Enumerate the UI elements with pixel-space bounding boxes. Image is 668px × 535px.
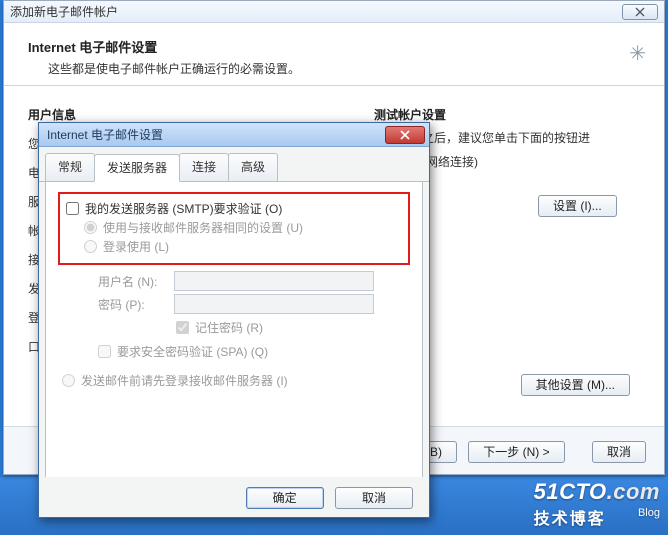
tab-panel-outgoing: 我的发送服务器 (SMTP)要求验证 (O) 使用与接收邮件服务器相同的设置 (…: [45, 182, 423, 482]
watermark-sub: 技术博客: [534, 511, 606, 528]
inner-footer: 确定 取消: [39, 477, 429, 517]
outer-header-subtitle: 这些都是使电子邮件帐户正确运行的必需设置。: [48, 60, 640, 77]
watermark-ext: .com: [607, 479, 660, 504]
smtp-auth-checkbox[interactable]: [66, 202, 79, 215]
watermark-brand: 51CTO: [534, 479, 607, 504]
inner-cancel-button[interactable]: 取消: [335, 487, 413, 509]
internet-email-settings-dialog: Internet 电子邮件设置 常规 发送服务器 连接 高级 我的发送服务器 (…: [38, 122, 430, 518]
watermark-blog: Blog: [638, 507, 660, 519]
annotation-highlight: 我的发送服务器 (SMTP)要求验证 (O) 使用与接收邮件服务器相同的设置 (…: [58, 192, 410, 265]
login-using-radio[interactable]: [84, 240, 97, 253]
use-same-settings-label: 使用与接收邮件服务器相同的设置 (U): [103, 219, 303, 236]
smtp-auth-label: 我的发送服务器 (SMTP)要求验证 (O): [85, 200, 282, 217]
inner-dialog-title: Internet 电子邮件设置: [47, 126, 163, 143]
cancel-button[interactable]: 取消: [592, 441, 646, 463]
smtp-auth-row[interactable]: 我的发送服务器 (SMTP)要求验证 (O): [66, 200, 402, 217]
outer-titlebar: 添加新电子邮件帐户: [4, 1, 664, 23]
inner-titlebar: Internet 电子邮件设置: [39, 123, 429, 147]
password-label: 密码 (P):: [98, 296, 166, 313]
tab-advanced[interactable]: 高级: [228, 153, 278, 181]
ok-button[interactable]: 确定: [246, 487, 324, 509]
close-icon: [635, 7, 645, 17]
inner-close-button[interactable]: [385, 126, 425, 144]
login-using-label: 登录使用 (L): [103, 238, 169, 255]
pop-before-smtp-radio[interactable]: [62, 374, 75, 387]
spa-checkbox[interactable]: [98, 345, 111, 358]
password-input[interactable]: [174, 294, 374, 314]
outer-dialog-title: 添加新电子邮件帐户: [10, 3, 118, 20]
use-same-settings-row[interactable]: 使用与接收邮件服务器相同的设置 (U): [84, 219, 402, 236]
outer-header-title: Internet 电子邮件设置: [28, 37, 640, 56]
close-icon: [399, 130, 411, 140]
tab-connection[interactable]: 连接: [179, 153, 229, 181]
next-button[interactable]: 下一步 (N) >: [468, 441, 564, 463]
spa-label: 要求安全密码验证 (SPA) (Q): [117, 343, 268, 360]
tab-outgoing-server[interactable]: 发送服务器: [94, 154, 180, 182]
other-settings-button[interactable]: 其他设置 (M)...: [521, 374, 630, 396]
test-account-heading: 测试帐户设置: [374, 106, 648, 123]
username-input[interactable]: [174, 271, 374, 291]
outer-close-button[interactable]: [622, 4, 658, 20]
outer-header: Internet 电子邮件设置 这些都是使电子邮件帐户正确运行的必需设置。 ✳: [4, 23, 664, 86]
remember-password-label: 记住密码 (R): [195, 319, 263, 336]
login-using-row[interactable]: 登录使用 (L): [84, 238, 402, 255]
watermark: 51CTO.com 技术博客 Blog: [534, 479, 660, 529]
tabstrip: 常规 发送服务器 连接 高级: [39, 147, 429, 182]
pop-before-smtp-label: 发送邮件前请先登录接收邮件服务器 (I): [81, 372, 288, 389]
remember-password-row[interactable]: 记住密码 (R): [176, 319, 263, 336]
tab-general[interactable]: 常规: [45, 153, 95, 181]
username-label: 用户名 (N):: [98, 273, 166, 290]
spa-row[interactable]: 要求安全密码验证 (SPA) (Q): [98, 343, 268, 360]
use-same-settings-radio[interactable]: [84, 221, 97, 234]
remember-password-checkbox[interactable]: [176, 321, 189, 334]
decorative-sparkle-icon: ✳: [629, 41, 644, 66]
test-account-settings-button[interactable]: 设置 (I)...: [538, 195, 617, 217]
pop-before-smtp-row[interactable]: 发送邮件前请先登录接收邮件服务器 (I): [62, 372, 410, 389]
